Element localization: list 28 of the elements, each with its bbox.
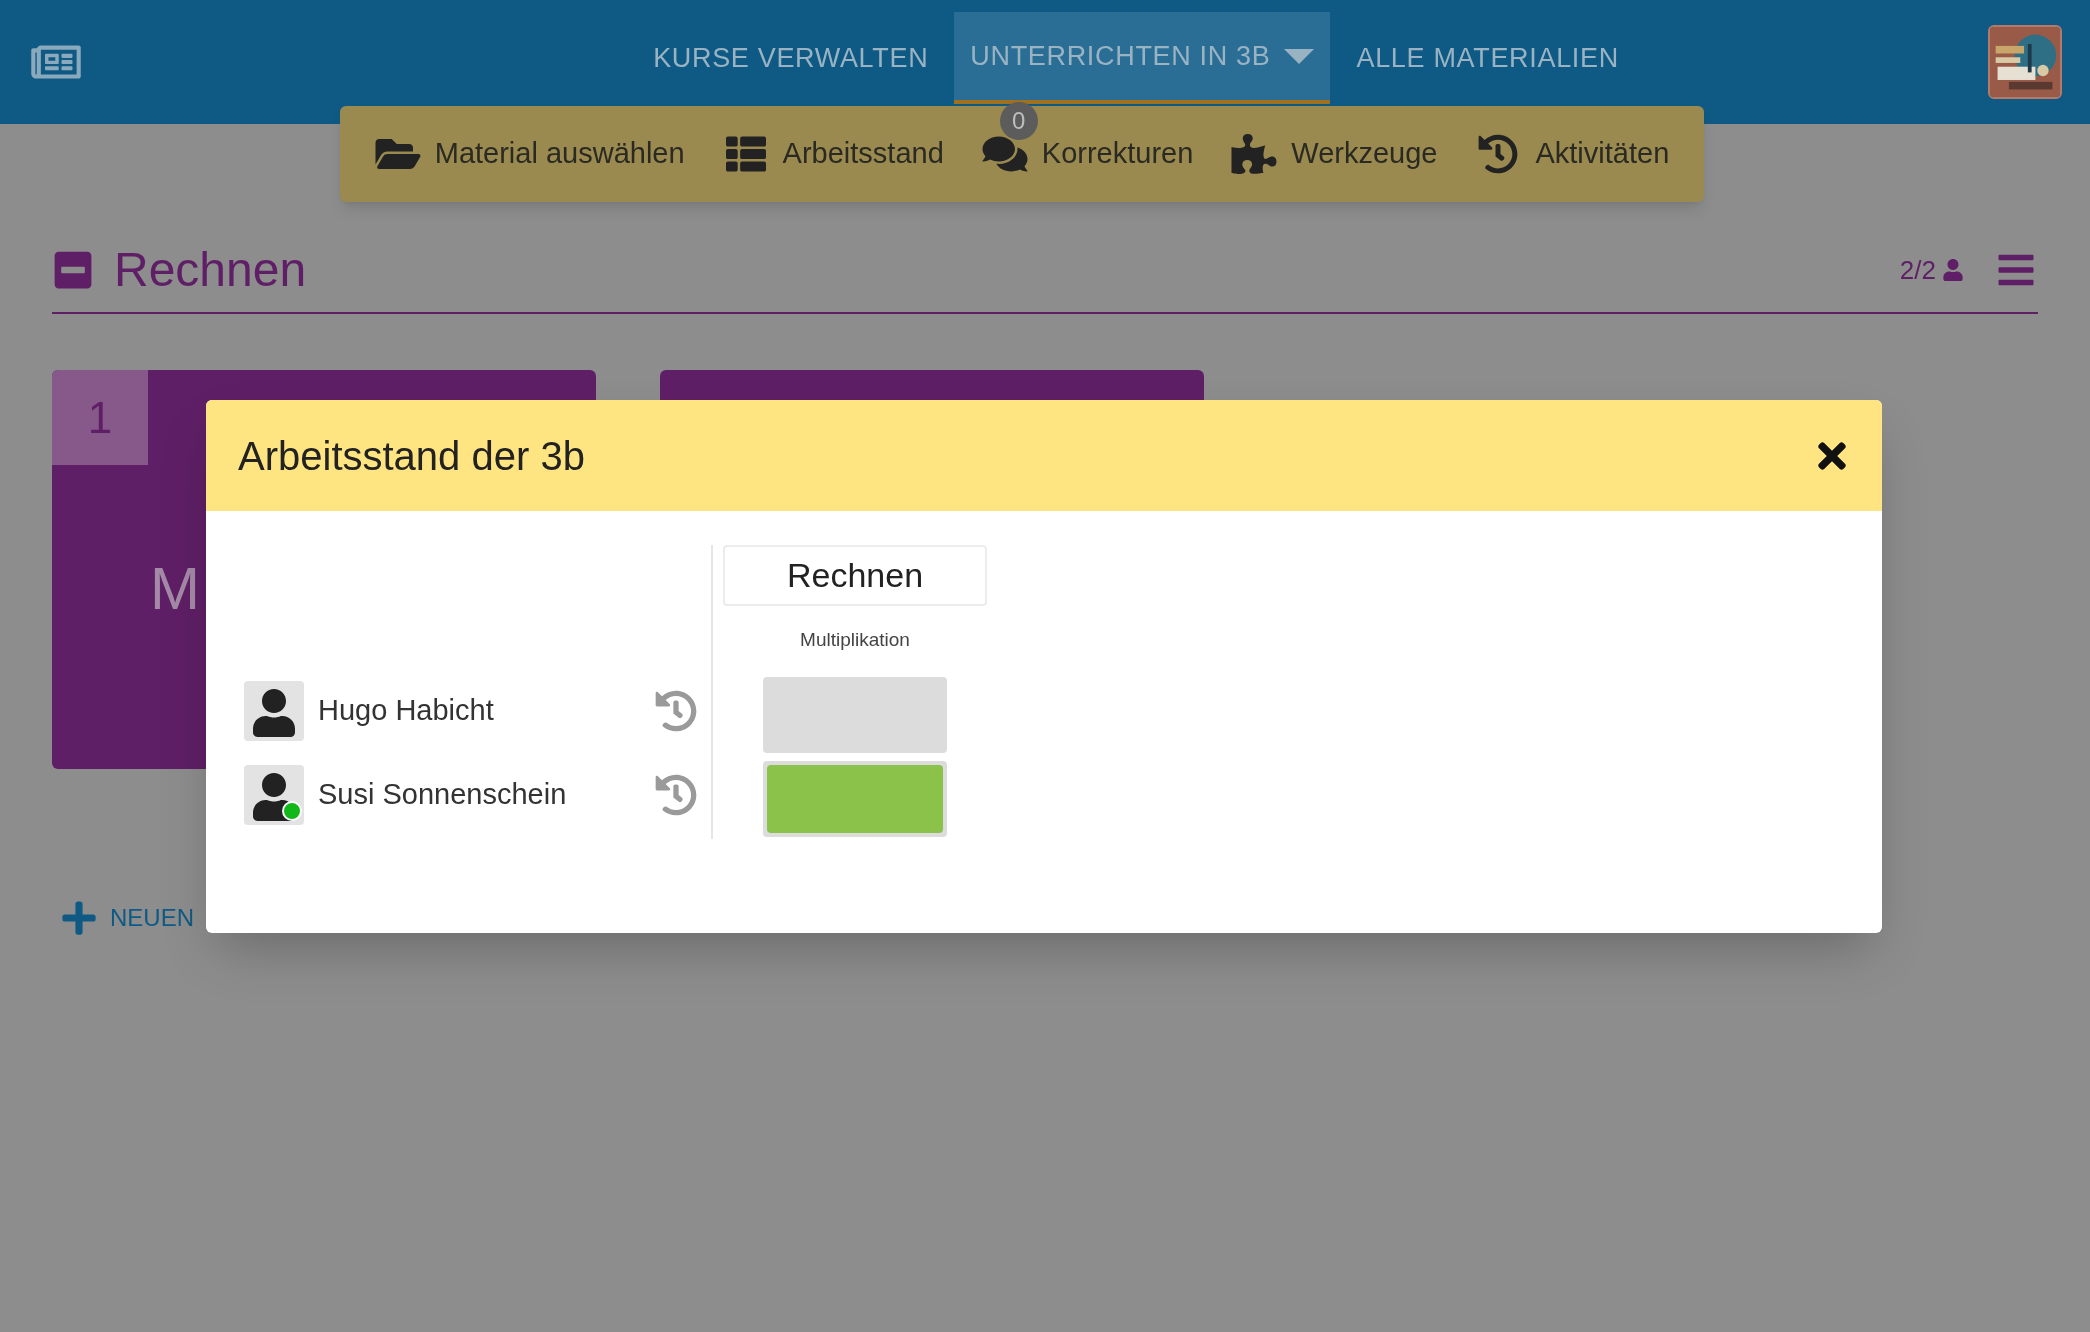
nav-tab[interactable]: ALLE MATERIALIEN: [1340, 12, 1635, 104]
add-link[interactable]: NEUEN: [60, 899, 2038, 937]
puzzle-icon: [1231, 134, 1278, 174]
toolbar-button[interactable]: Material auswählen: [374, 132, 685, 176]
toolbar-button[interactable]: Arbeitsstand: [722, 132, 944, 176]
plus-icon: [60, 899, 98, 937]
dialog-title: Arbeitsstand der 3b: [238, 432, 585, 480]
student-name: Susi Sonnenschein: [318, 777, 567, 813]
column-header[interactable]: Rechnen: [723, 545, 987, 606]
nav-tab[interactable]: UNTERRICHTEN IN 3B: [954, 12, 1331, 104]
count-badge: 0: [999, 102, 1038, 141]
section-title: Rechnen: [114, 242, 307, 298]
history-icon[interactable]: [655, 690, 697, 732]
speech-bubbles-icon: [981, 134, 1028, 174]
progress-cell[interactable]: [763, 760, 947, 837]
progress-cell[interactable]: [763, 676, 947, 753]
user-icon: [252, 689, 296, 737]
member-count: 2/2: [1899, 253, 1936, 287]
toolbar-button[interactable]: Aktivitäten: [1475, 132, 1670, 176]
history-icon[interactable]: [655, 774, 697, 816]
student-name: Hugo Habicht: [318, 693, 494, 729]
card-number: 1: [52, 370, 148, 465]
nav-tab[interactable]: KURSE VERWALTEN: [637, 12, 945, 104]
card-title: M: [150, 554, 200, 624]
user-icon: [1942, 259, 1964, 281]
column-subtitle: Multiplikation: [800, 628, 910, 652]
toolbar-button[interactable]: Werkzeuge: [1231, 132, 1438, 176]
collapse-icon[interactable]: [52, 249, 94, 291]
